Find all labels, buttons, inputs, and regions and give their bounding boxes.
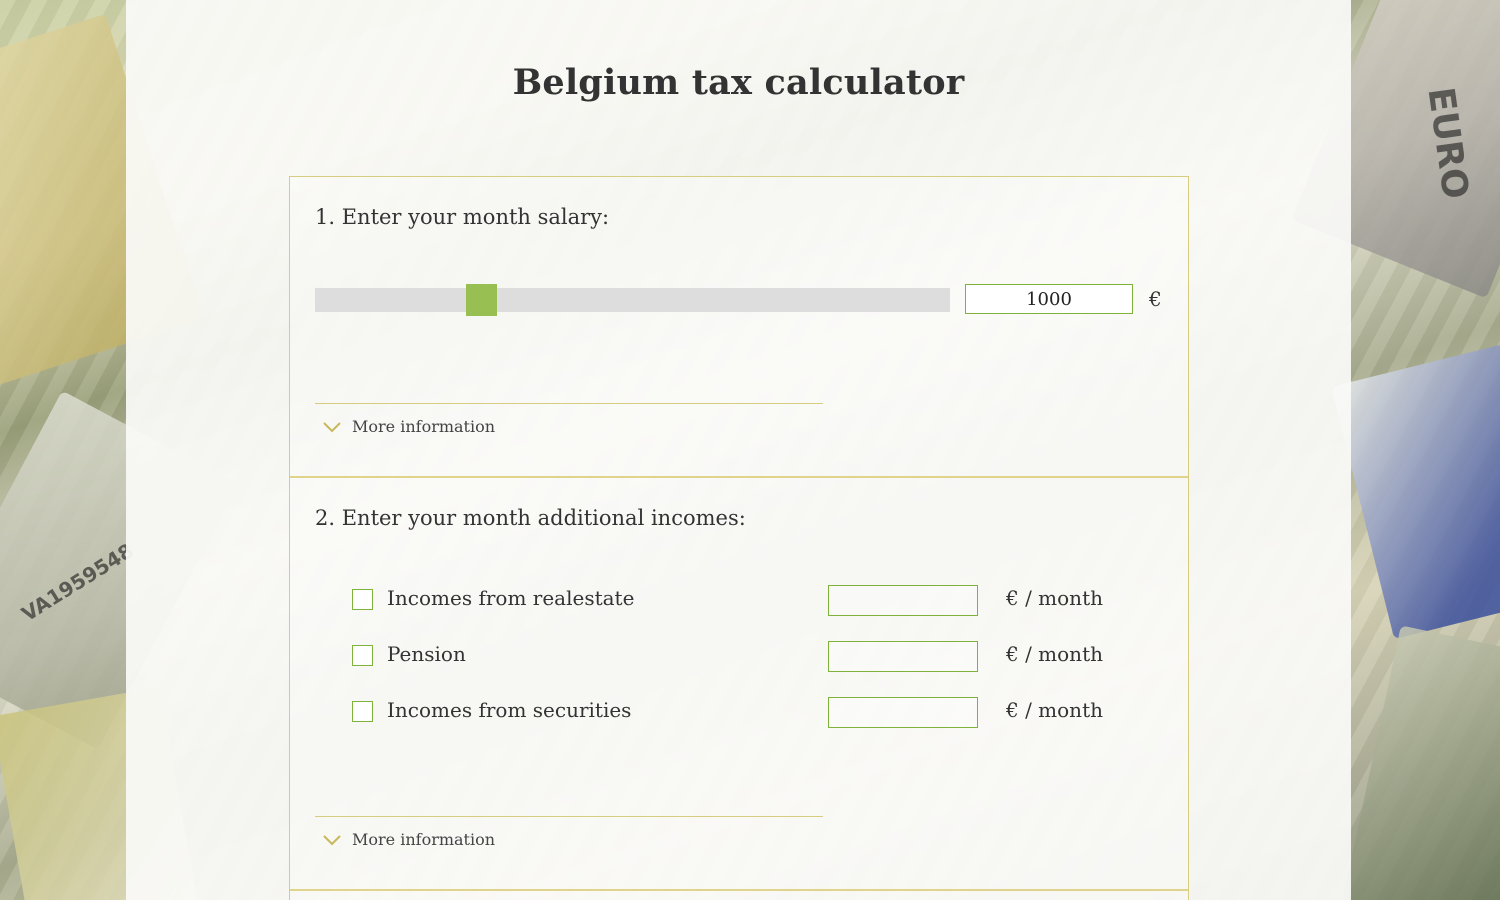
salary-section-title: 1. Enter your month salary: bbox=[315, 205, 610, 229]
section-divider bbox=[290, 476, 1188, 478]
realestate-checkbox[interactable] bbox=[352, 589, 373, 610]
calculator-card: 1. Enter your month salary: € More infor… bbox=[289, 176, 1189, 900]
income-unit: € / month bbox=[1006, 698, 1103, 722]
banknote-euro-text: EURO bbox=[1419, 84, 1476, 202]
pension-checkbox[interactable] bbox=[352, 645, 373, 666]
income-label: Pension bbox=[387, 642, 466, 666]
salary-slider[interactable] bbox=[315, 284, 950, 316]
income-row-realestate: Incomes from realestate € / month bbox=[352, 585, 1152, 617]
section-divider bbox=[290, 889, 1188, 891]
divider bbox=[315, 403, 823, 404]
income-label: Incomes from realestate bbox=[387, 586, 635, 610]
more-info-label: More information bbox=[352, 830, 496, 849]
income-label: Incomes from securities bbox=[387, 698, 632, 722]
banknote-image bbox=[1342, 625, 1500, 900]
salary-input[interactable] bbox=[965, 284, 1133, 314]
incomes-section-title: 2. Enter your month additional incomes: bbox=[315, 506, 746, 530]
salary-more-info-toggle[interactable]: More information bbox=[322, 417, 495, 436]
chevron-down-icon bbox=[323, 834, 341, 845]
income-row-securities: Incomes from securities € / month bbox=[352, 697, 1152, 729]
main-panel: Belgium tax calculator 1. Enter your mon… bbox=[126, 0, 1351, 900]
salary-slider-thumb[interactable] bbox=[466, 284, 498, 316]
divider bbox=[315, 816, 823, 817]
chevron-down-icon bbox=[323, 421, 341, 432]
securities-checkbox[interactable] bbox=[352, 701, 373, 722]
banknote-image bbox=[1331, 340, 1500, 640]
income-unit: € / month bbox=[1006, 586, 1103, 610]
incomes-more-info-toggle[interactable]: More information bbox=[322, 830, 495, 849]
income-row-pension: Pension € / month bbox=[352, 641, 1152, 673]
realestate-amount-input[interactable] bbox=[828, 585, 978, 616]
pension-amount-input[interactable] bbox=[828, 641, 978, 672]
income-unit: € / month bbox=[1006, 642, 1103, 666]
salary-currency: € bbox=[1149, 287, 1162, 311]
banknote-serial: VA1959548 bbox=[17, 538, 138, 627]
page-title: Belgium tax calculator bbox=[512, 62, 965, 103]
securities-amount-input[interactable] bbox=[828, 697, 978, 728]
more-info-label: More information bbox=[352, 417, 496, 436]
